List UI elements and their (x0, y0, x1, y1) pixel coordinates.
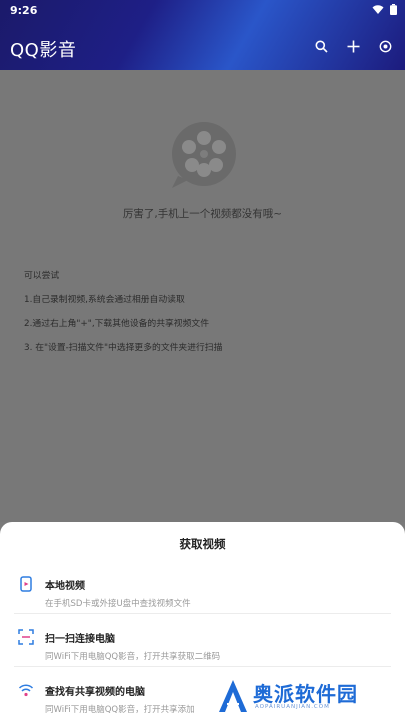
divider (14, 613, 391, 614)
app-title: QQ影音 (10, 40, 77, 61)
search-button[interactable] (313, 38, 329, 54)
tip-item: 1.自己录制视频,系统会通过相册自动读取 (24, 295, 185, 305)
option-desc: 同WiFi下用电脑QQ影音，打开共享添加 (45, 705, 195, 715)
gear-icon (379, 40, 391, 52)
plus-icon (347, 40, 359, 52)
watermark: 奥派软件园 AOPAIRUANJIAN.COM (215, 676, 395, 716)
option-title: 查找有共享视频的电脑 (45, 687, 145, 698)
option-scan-connect-pc[interactable]: 扫一扫连接电脑 同WiFi下用电脑QQ影音，打开共享获取二维码 (0, 625, 405, 677)
tip-item: 2.通过右上角"+",下载其他设备的共享视频文件 (24, 319, 209, 329)
wifi-share-icon (18, 684, 34, 697)
sheet-title: 获取视频 (179, 537, 226, 551)
status-bar: 9:26 (0, 0, 405, 20)
scan-icon (18, 629, 34, 645)
tips-list: 可以尝试 1.自己录制视频,系统会通过相册自动读取 2.通过右上角"+",下载其… (24, 264, 222, 360)
divider (14, 666, 391, 667)
watermark-logo-icon (219, 680, 247, 712)
battery-icon (390, 4, 397, 15)
empty-message: 厉害了,手机上一个视频都没有哦~ (122, 208, 283, 220)
tip-item: 3. 在"设置-扫描文件"中选择更多的文件夹进行扫描 (24, 343, 223, 353)
video-reel-logo-icon (172, 122, 236, 188)
add-button[interactable] (345, 38, 361, 54)
option-desc: 在手机SD卡或外接U盘中查找视频文件 (45, 599, 191, 609)
status-time: 9:26 (10, 3, 38, 17)
tips-heading: 可以尝试 (24, 271, 60, 281)
wifi-icon (372, 4, 384, 14)
phone-video-icon (20, 576, 32, 592)
search-icon (315, 40, 328, 53)
app-header: 9:26 QQ影音 (0, 0, 405, 70)
option-title: 扫一扫连接电脑 (45, 634, 115, 645)
empty-state-area: 厉害了,手机上一个视频都没有哦~ 可以尝试 1.自己录制视频,系统会通过相册自动… (0, 70, 405, 522)
watermark-text: 奥派软件园 (253, 682, 358, 706)
settings-button[interactable] (377, 38, 393, 54)
option-desc: 同WiFi下用电脑QQ影音，打开共享获取二维码 (45, 652, 221, 662)
option-local-video[interactable]: 本地视频 在手机SD卡或外接U盘中查找视频文件 (0, 572, 405, 624)
option-title: 本地视频 (45, 581, 85, 592)
watermark-subtext: AOPAIRUANJIAN.COM (255, 704, 330, 710)
